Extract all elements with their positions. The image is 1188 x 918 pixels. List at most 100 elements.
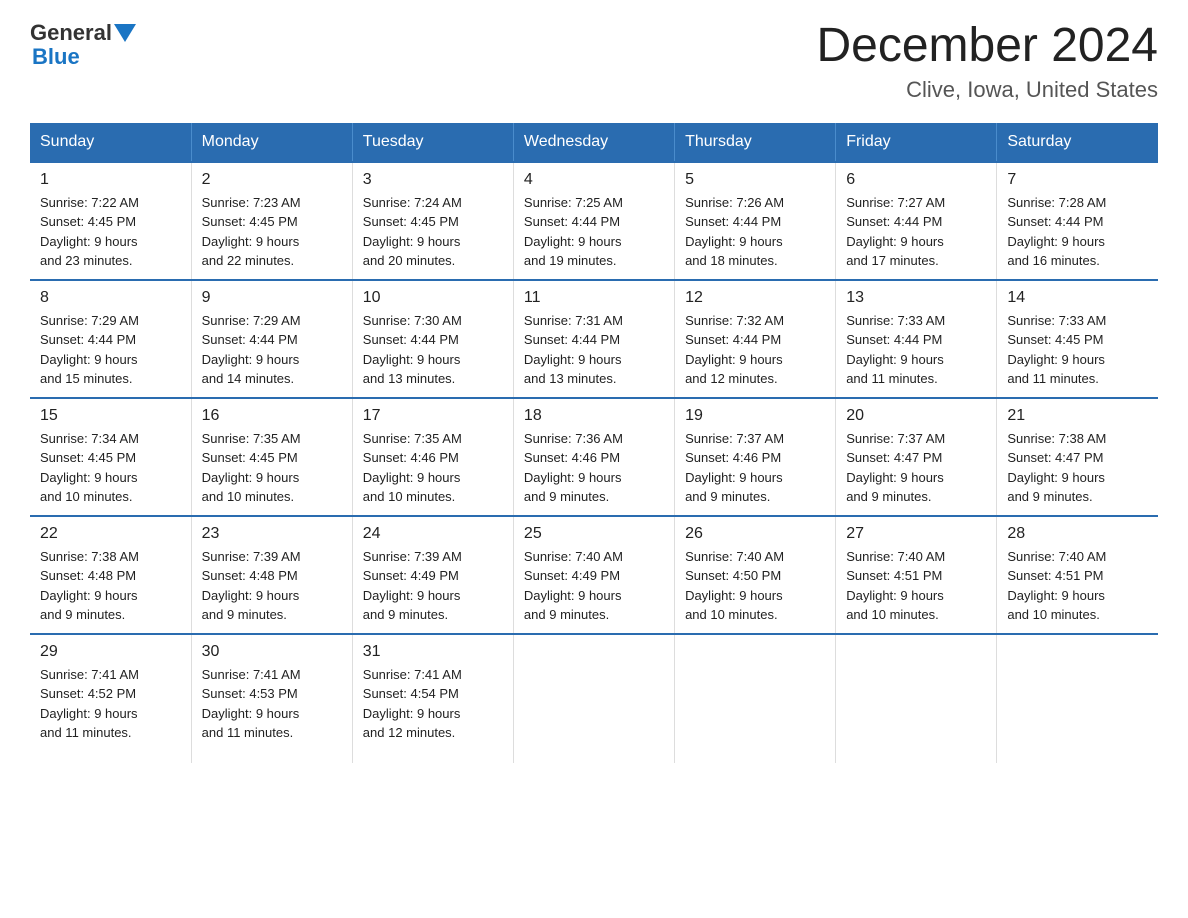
day-info: Sunrise: 7:27 AM Sunset: 4:44 PM Dayligh… [846,195,945,269]
calendar-cell: 28 Sunrise: 7:40 AM Sunset: 4:51 PM Dayl… [997,516,1158,634]
day-info: Sunrise: 7:36 AM Sunset: 4:46 PM Dayligh… [524,431,623,505]
calendar-cell: 1 Sunrise: 7:22 AM Sunset: 4:45 PM Dayli… [30,162,191,280]
day-number: 2 [202,171,342,189]
col-header-sunday: Sunday [30,123,191,162]
day-number: 15 [40,407,181,425]
week-row-4: 22 Sunrise: 7:38 AM Sunset: 4:48 PM Dayl… [30,516,1158,634]
calendar-cell: 7 Sunrise: 7:28 AM Sunset: 4:44 PM Dayli… [997,162,1158,280]
calendar-cell: 3 Sunrise: 7:24 AM Sunset: 4:45 PM Dayli… [352,162,513,280]
day-info: Sunrise: 7:22 AM Sunset: 4:45 PM Dayligh… [40,195,139,269]
day-info: Sunrise: 7:32 AM Sunset: 4:44 PM Dayligh… [685,313,784,387]
week-row-2: 8 Sunrise: 7:29 AM Sunset: 4:44 PM Dayli… [30,280,1158,398]
calendar-cell: 16 Sunrise: 7:35 AM Sunset: 4:45 PM Dayl… [191,398,352,516]
day-number: 5 [685,171,825,189]
calendar-cell: 2 Sunrise: 7:23 AM Sunset: 4:45 PM Dayli… [191,162,352,280]
header: General Blue December 2024 Clive, Iowa, … [30,20,1158,103]
day-info: Sunrise: 7:26 AM Sunset: 4:44 PM Dayligh… [685,195,784,269]
calendar-cell: 20 Sunrise: 7:37 AM Sunset: 4:47 PM Dayl… [836,398,997,516]
day-number: 4 [524,171,664,189]
day-number: 21 [1007,407,1148,425]
col-header-monday: Monday [191,123,352,162]
day-number: 6 [846,171,986,189]
day-info: Sunrise: 7:41 AM Sunset: 4:53 PM Dayligh… [202,667,301,741]
day-info: Sunrise: 7:24 AM Sunset: 4:45 PM Dayligh… [363,195,462,269]
day-number: 3 [363,171,503,189]
day-info: Sunrise: 7:39 AM Sunset: 4:48 PM Dayligh… [202,549,301,623]
day-number: 12 [685,289,825,307]
day-info: Sunrise: 7:41 AM Sunset: 4:54 PM Dayligh… [363,667,462,741]
day-info: Sunrise: 7:40 AM Sunset: 4:50 PM Dayligh… [685,549,784,623]
day-info: Sunrise: 7:38 AM Sunset: 4:47 PM Dayligh… [1007,431,1106,505]
day-number: 30 [202,643,342,661]
day-info: Sunrise: 7:34 AM Sunset: 4:45 PM Dayligh… [40,431,139,505]
calendar-cell: 5 Sunrise: 7:26 AM Sunset: 4:44 PM Dayli… [675,162,836,280]
col-header-tuesday: Tuesday [352,123,513,162]
title-area: December 2024 Clive, Iowa, United States [816,20,1158,103]
calendar-table: SundayMondayTuesdayWednesdayThursdayFrid… [30,123,1158,763]
calendar-cell: 4 Sunrise: 7:25 AM Sunset: 4:44 PM Dayli… [513,162,674,280]
logo-blue: Blue [32,44,80,69]
day-info: Sunrise: 7:37 AM Sunset: 4:47 PM Dayligh… [846,431,945,505]
calendar-cell: 14 Sunrise: 7:33 AM Sunset: 4:45 PM Dayl… [997,280,1158,398]
col-header-friday: Friday [836,123,997,162]
calendar-cell: 17 Sunrise: 7:35 AM Sunset: 4:46 PM Dayl… [352,398,513,516]
day-number: 14 [1007,289,1148,307]
calendar-cell [997,634,1158,763]
day-info: Sunrise: 7:29 AM Sunset: 4:44 PM Dayligh… [202,313,301,387]
day-number: 10 [363,289,503,307]
day-number: 24 [363,525,503,543]
calendar-cell: 29 Sunrise: 7:41 AM Sunset: 4:52 PM Dayl… [30,634,191,763]
day-info: Sunrise: 7:28 AM Sunset: 4:44 PM Dayligh… [1007,195,1106,269]
day-number: 26 [685,525,825,543]
day-info: Sunrise: 7:41 AM Sunset: 4:52 PM Dayligh… [40,667,139,741]
day-info: Sunrise: 7:33 AM Sunset: 4:45 PM Dayligh… [1007,313,1106,387]
calendar-cell: 18 Sunrise: 7:36 AM Sunset: 4:46 PM Dayl… [513,398,674,516]
calendar-cell: 19 Sunrise: 7:37 AM Sunset: 4:46 PM Dayl… [675,398,836,516]
day-number: 16 [202,407,342,425]
day-info: Sunrise: 7:30 AM Sunset: 4:44 PM Dayligh… [363,313,462,387]
day-info: Sunrise: 7:23 AM Sunset: 4:45 PM Dayligh… [202,195,301,269]
day-info: Sunrise: 7:40 AM Sunset: 4:51 PM Dayligh… [1007,549,1106,623]
calendar-cell: 21 Sunrise: 7:38 AM Sunset: 4:47 PM Dayl… [997,398,1158,516]
day-number: 13 [846,289,986,307]
calendar-cell: 12 Sunrise: 7:32 AM Sunset: 4:44 PM Dayl… [675,280,836,398]
day-number: 17 [363,407,503,425]
day-number: 19 [685,407,825,425]
calendar-cell: 13 Sunrise: 7:33 AM Sunset: 4:44 PM Dayl… [836,280,997,398]
calendar-cell: 6 Sunrise: 7:27 AM Sunset: 4:44 PM Dayli… [836,162,997,280]
day-info: Sunrise: 7:37 AM Sunset: 4:46 PM Dayligh… [685,431,784,505]
day-number: 18 [524,407,664,425]
day-info: Sunrise: 7:33 AM Sunset: 4:44 PM Dayligh… [846,313,945,387]
calendar-cell [836,634,997,763]
logo-triangle-icon [114,24,136,46]
day-info: Sunrise: 7:40 AM Sunset: 4:51 PM Dayligh… [846,549,945,623]
day-info: Sunrise: 7:31 AM Sunset: 4:44 PM Dayligh… [524,313,623,387]
week-row-1: 1 Sunrise: 7:22 AM Sunset: 4:45 PM Dayli… [30,162,1158,280]
calendar-subtitle: Clive, Iowa, United States [816,77,1158,103]
day-number: 23 [202,525,342,543]
calendar-cell: 30 Sunrise: 7:41 AM Sunset: 4:53 PM Dayl… [191,634,352,763]
calendar-cell [675,634,836,763]
day-number: 28 [1007,525,1148,543]
col-header-saturday: Saturday [997,123,1158,162]
calendar-cell: 31 Sunrise: 7:41 AM Sunset: 4:54 PM Dayl… [352,634,513,763]
day-number: 20 [846,407,986,425]
day-info: Sunrise: 7:35 AM Sunset: 4:45 PM Dayligh… [202,431,301,505]
calendar-cell: 23 Sunrise: 7:39 AM Sunset: 4:48 PM Dayl… [191,516,352,634]
day-number: 1 [40,171,181,189]
calendar-header-row: SundayMondayTuesdayWednesdayThursdayFrid… [30,123,1158,162]
logo: General Blue [30,20,136,70]
day-number: 27 [846,525,986,543]
day-number: 29 [40,643,181,661]
week-row-3: 15 Sunrise: 7:34 AM Sunset: 4:45 PM Dayl… [30,398,1158,516]
day-info: Sunrise: 7:35 AM Sunset: 4:46 PM Dayligh… [363,431,462,505]
day-number: 8 [40,289,181,307]
calendar-cell: 9 Sunrise: 7:29 AM Sunset: 4:44 PM Dayli… [191,280,352,398]
calendar-cell: 26 Sunrise: 7:40 AM Sunset: 4:50 PM Dayl… [675,516,836,634]
logo-general: General [30,20,112,46]
day-info: Sunrise: 7:29 AM Sunset: 4:44 PM Dayligh… [40,313,139,387]
day-number: 22 [40,525,181,543]
calendar-title: December 2024 [816,20,1158,73]
calendar-cell: 27 Sunrise: 7:40 AM Sunset: 4:51 PM Dayl… [836,516,997,634]
calendar-cell: 15 Sunrise: 7:34 AM Sunset: 4:45 PM Dayl… [30,398,191,516]
